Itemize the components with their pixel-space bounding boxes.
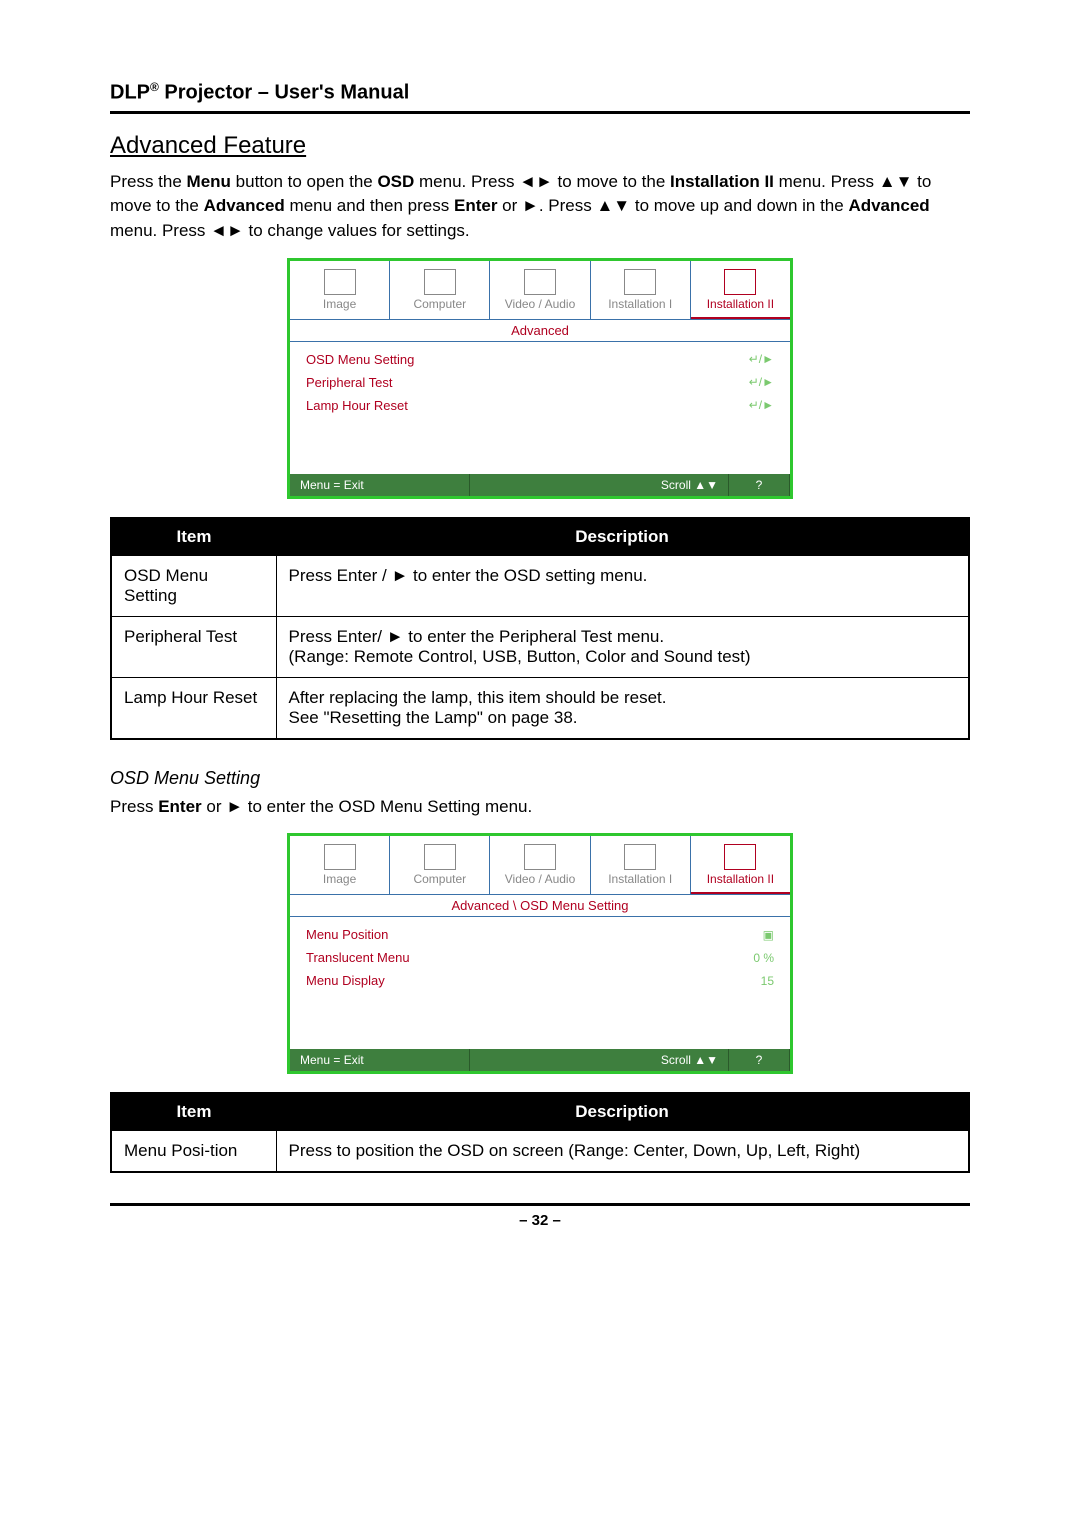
osd-item-translucent-menu[interactable]: Translucent Menu0 % — [306, 946, 774, 969]
osd-tab-installation-1[interactable]: Installation I — [591, 261, 691, 319]
osd-item-osd-menu-setting[interactable]: OSD Menu Setting↵/► — [306, 348, 774, 371]
osd-item-peripheral-test[interactable]: Peripheral Test↵/► — [306, 371, 774, 394]
value-label: 15 — [761, 974, 774, 988]
doc-header: DLP® Projector – User's Manual — [110, 80, 970, 105]
osd-item-menu-display[interactable]: Menu Display15 — [306, 969, 774, 992]
osd-footer: Menu = Exit Scroll ▲▼ ? — [290, 474, 790, 496]
table-header-item: Item — [111, 518, 276, 556]
osd-tabs: Image Computer Video / Audio Installatio… — [290, 261, 790, 319]
sub-heading-osd-menu-setting: OSD Menu Setting — [110, 768, 970, 789]
header-prefix: DLP — [110, 82, 150, 104]
osd-footer-help-icon[interactable]: ? — [729, 1049, 790, 1071]
osd-tab-video-audio[interactable]: Video / Audio — [490, 261, 590, 319]
table-header-item: Item — [111, 1093, 276, 1131]
osd-footer-help-icon[interactable]: ? — [729, 474, 790, 496]
osd-subtitle: Advanced \ OSD Menu Setting — [290, 895, 790, 916]
osd-menu-setting-table: Item Description Menu Posi-tion Press to… — [110, 1092, 970, 1173]
header-rule — [110, 111, 970, 114]
osd-footer-exit: Menu = Exit — [290, 474, 470, 496]
table-cell-item: Peripheral Test — [111, 616, 276, 677]
position-icon: ▣ — [763, 928, 774, 942]
osd-tab-image[interactable]: Image — [290, 836, 390, 894]
intro-paragraph-2: Press Enter or ► to enter the OSD Menu S… — [110, 795, 970, 820]
enter-arrow-icon: ↵/► — [749, 375, 774, 389]
section-title-advanced-feature: Advanced Feature — [110, 132, 970, 160]
table-cell-desc: Press Enter / ► to enter the OSD setting… — [276, 555, 969, 616]
advanced-items-table: Item Description OSD Menu Setting Press … — [110, 517, 970, 740]
table-cell-item: OSD Menu Setting — [111, 555, 276, 616]
osd-footer: Menu = Exit Scroll ▲▼ ? — [290, 1049, 790, 1071]
osd-tab-computer[interactable]: Computer — [390, 836, 490, 894]
table-cell-desc: Press to position the OSD on screen (Ran… — [276, 1131, 969, 1173]
osd-footer-scroll: Scroll ▲▼ — [470, 474, 729, 496]
osd-tab-installation-2[interactable]: Installation II — [691, 261, 790, 319]
osd-tab-installation-2[interactable]: Installation II — [691, 836, 790, 894]
osd-tabs: Image Computer Video / Audio Installatio… — [290, 836, 790, 894]
osd-item-menu-position[interactable]: Menu Position▣ — [306, 923, 774, 946]
table-cell-desc: After replacing the lamp, this item shou… — [276, 677, 969, 739]
osd-menu-osd-setting: Image Computer Video / Audio Installatio… — [287, 833, 793, 1074]
header-suffix: Projector – User's Manual — [159, 82, 409, 104]
table-row: OSD Menu Setting Press Enter / ► to ente… — [111, 555, 969, 616]
table-header-description: Description — [276, 1093, 969, 1131]
table-row: Peripheral Test Press Enter/ ► to enter … — [111, 616, 969, 677]
osd-menu-advanced: Image Computer Video / Audio Installatio… — [287, 258, 793, 499]
osd-tab-installation-1[interactable]: Installation I — [591, 836, 691, 894]
page-number: – 32 – — [110, 1206, 970, 1229]
osd-subtitle: Advanced — [290, 320, 790, 341]
osd-tab-image[interactable]: Image — [290, 261, 390, 319]
table-cell-item: Menu Posi-tion — [111, 1131, 276, 1173]
osd-item-lamp-hour-reset[interactable]: Lamp Hour Reset↵/► — [306, 394, 774, 417]
table-row: Lamp Hour Reset After replacing the lamp… — [111, 677, 969, 739]
table-cell-item: Lamp Hour Reset — [111, 677, 276, 739]
osd-footer-exit: Menu = Exit — [290, 1049, 470, 1071]
osd-footer-scroll: Scroll ▲▼ — [470, 1049, 729, 1071]
enter-arrow-icon: ↵/► — [749, 398, 774, 412]
osd-tab-computer[interactable]: Computer — [390, 261, 490, 319]
enter-arrow-icon: ↵/► — [749, 352, 774, 366]
table-cell-desc: Press Enter/ ► to enter the Peripheral T… — [276, 616, 969, 677]
osd-tab-video-audio[interactable]: Video / Audio — [490, 836, 590, 894]
table-row: Menu Posi-tion Press to position the OSD… — [111, 1131, 969, 1173]
table-header-description: Description — [276, 518, 969, 556]
value-label: 0 % — [753, 951, 774, 965]
intro-paragraph-1: Press the Menu button to open the OSD me… — [110, 170, 970, 244]
